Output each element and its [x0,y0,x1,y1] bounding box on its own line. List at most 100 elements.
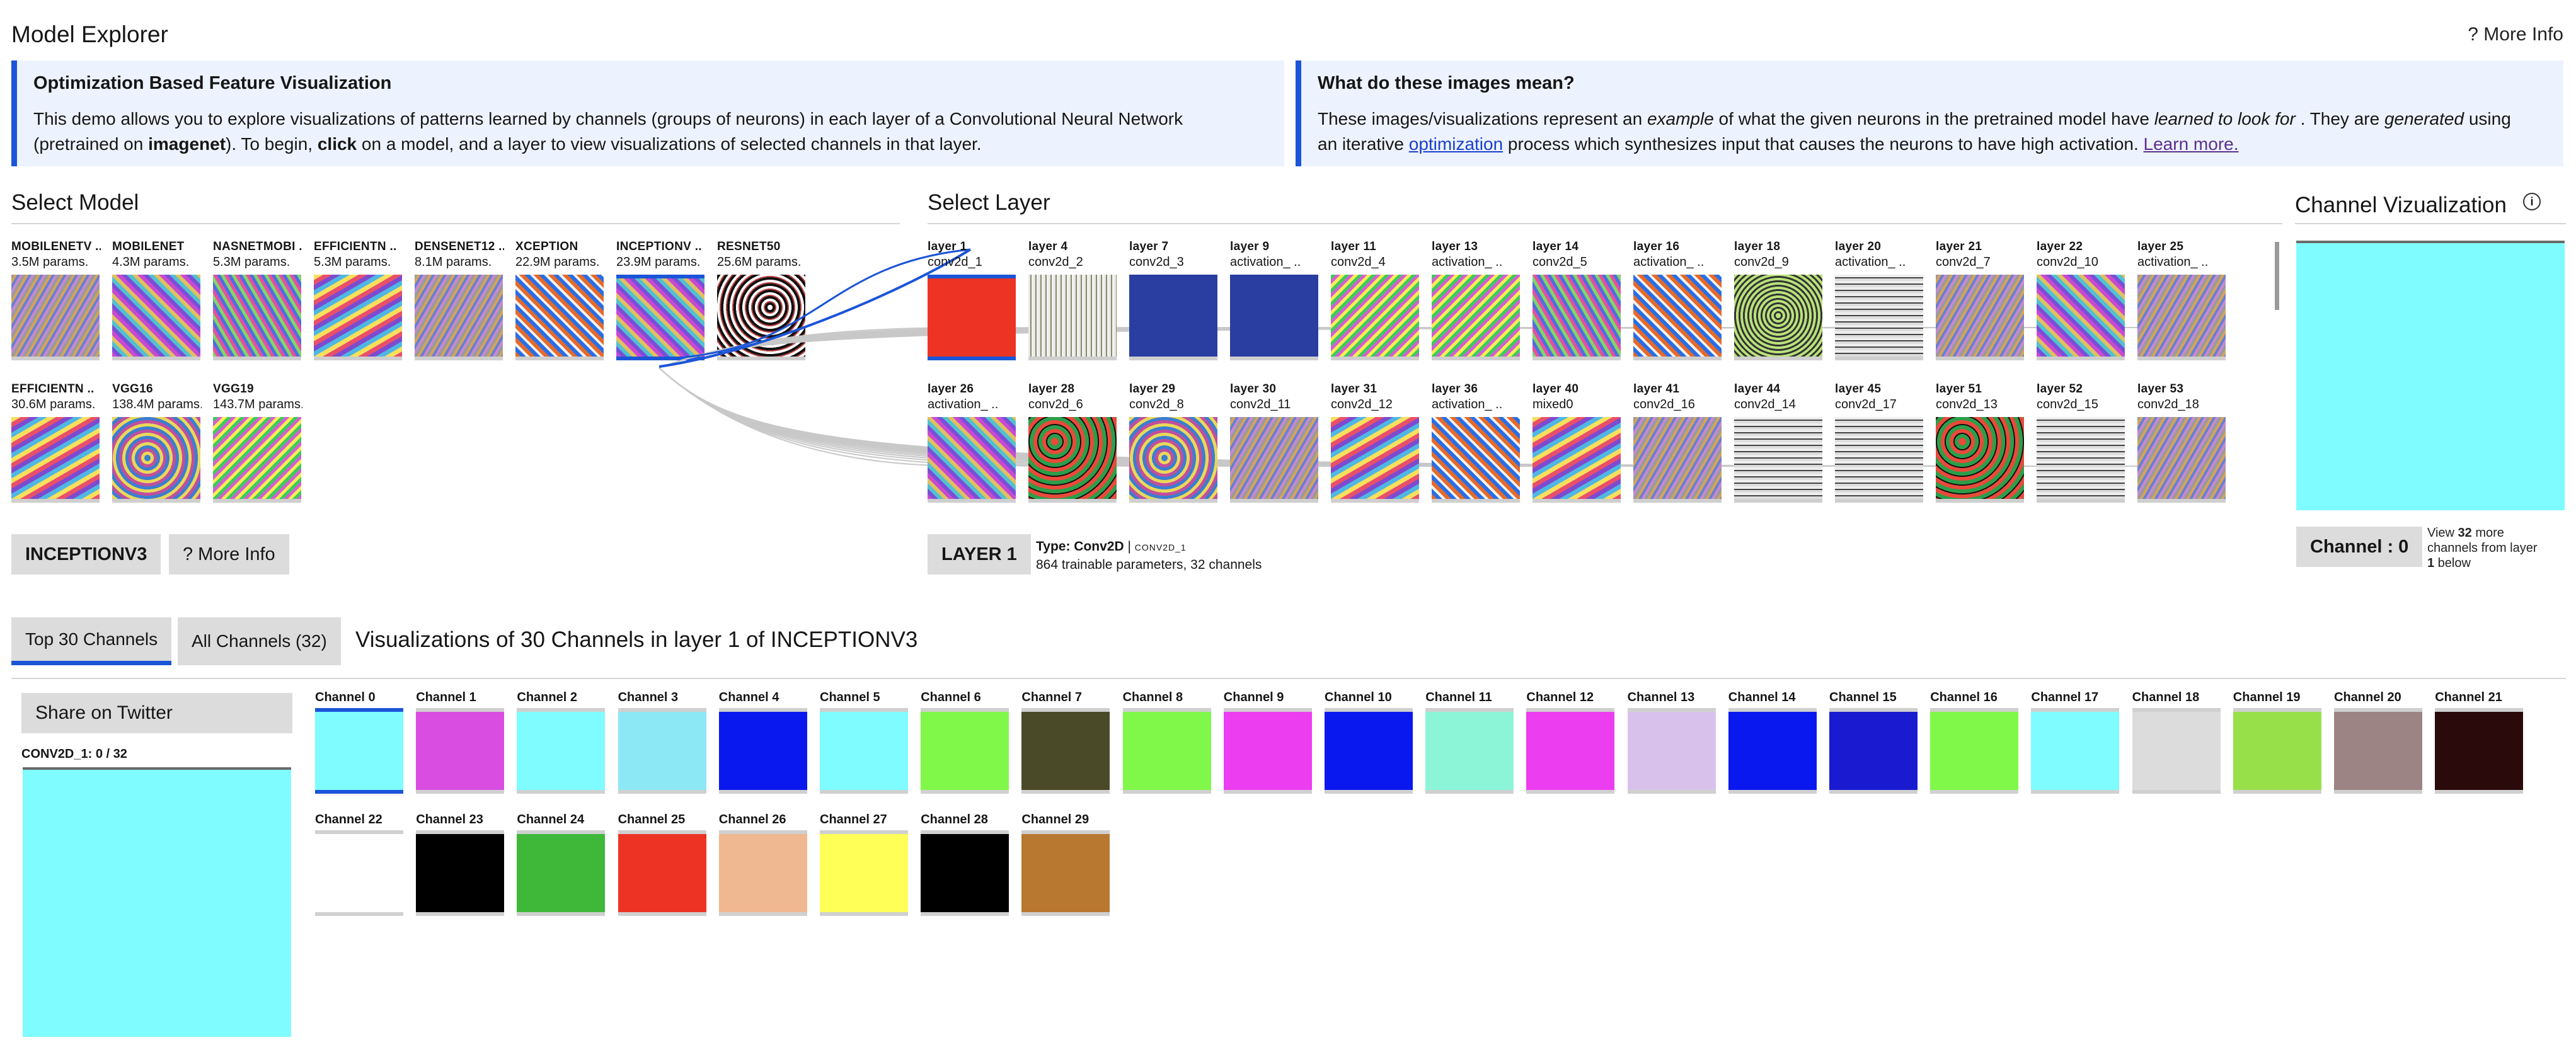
layer-card[interactable]: layer 26 activation_ .. [928,382,1017,503]
channel-name: Channel 5 [820,690,880,704]
channel-card[interactable]: Channel 8 [1122,690,1211,794]
layer-card[interactable]: layer 36 activation_ .. [1432,382,1521,503]
channel-name: Channel 21 [2435,690,2502,704]
channel-thumbnail [315,708,403,794]
channel-card[interactable]: Channel 23 [416,813,505,916]
layer-card[interactable]: layer 52 conv2d_15 [2037,382,2126,503]
channel-card[interactable]: Channel 22 [315,813,403,916]
layer-op: conv2d_1 [928,255,982,269]
channel-thumbnail [2435,708,2524,794]
layer-card[interactable]: layer 9 activation_ .. [1230,239,1320,360]
channel-card[interactable]: Channel 7 [1021,690,1110,794]
layer-card[interactable]: layer 13 activation_ .. [1432,239,1521,360]
layer-thumbnail [1331,417,1419,503]
channel-card[interactable]: Channel 29 [1021,813,1110,916]
channel-thumbnail [2132,708,2221,794]
channel-card[interactable]: Channel 14 [1728,690,1817,794]
channel-card[interactable]: Channel 13 [1627,690,1716,794]
channel-card[interactable]: Channel 12 [1526,690,1615,794]
channel-card[interactable]: Channel 21 [2435,690,2524,794]
layer-card[interactable]: layer 4 conv2d_2 [1028,239,1118,360]
tab-all-channels[interactable]: All Channels (32) [178,617,341,665]
layer-card[interactable]: layer 22 conv2d_10 [2037,239,2126,360]
layer-op: conv2d_5 [1532,255,1587,269]
channel-card[interactable]: Channel 28 [921,813,1009,916]
channel-card[interactable]: Channel 27 [820,813,908,916]
channel-name: Channel 0 [315,690,376,704]
channel-thumbnail [1526,708,1615,794]
channels-heading: Visualizations of 30 Channels in layer 1… [355,627,918,652]
channel-card[interactable]: Channel 11 [1425,690,1514,794]
channel-card[interactable]: Channel 0 [315,690,403,794]
layer-card[interactable]: layer 51 conv2d_13 [1936,382,2025,503]
channel-thumbnail [618,708,706,794]
layer-card[interactable]: layer 53 conv2d_18 [2137,382,2227,503]
info-icon[interactable]: i [2523,193,2541,210]
layer-thumbnail [1835,417,1923,503]
channel-card[interactable]: Channel 2 [517,690,606,794]
channel-name: Channel 19 [2233,690,2301,704]
layer-card[interactable]: layer 29 conv2d_8 [1129,382,1219,503]
layer-card[interactable]: layer 25 activation_ .. [2137,239,2227,360]
layer-card[interactable]: layer 18 conv2d_9 [1734,239,1824,360]
channel-name: Channel 15 [1829,690,1897,704]
channel-name: Channel 17 [2031,690,2099,704]
selected-layer-button[interactable]: LAYER 1 [928,534,1031,575]
channel-card[interactable]: Channel 17 [2031,690,2120,794]
channel-card[interactable]: Channel 5 [820,690,908,794]
layer-card[interactable]: layer 30 conv2d_11 [1230,382,1320,503]
channel-card[interactable]: Channel 1 [416,690,505,794]
tab-top-channels[interactable]: Top 30 Channels [11,617,172,665]
layer-card[interactable]: layer 11 conv2d_4 [1331,239,1420,360]
layer-name: layer 45 [1835,382,1882,396]
channel-card[interactable]: Channel 6 [921,690,1009,794]
layer-card[interactable]: layer 20 activation_ .. [1835,239,1924,360]
channel-card[interactable]: Channel 10 [1325,690,1413,794]
layer-card[interactable]: layer 21 conv2d_7 [1936,239,2025,360]
channel-thumbnail [1425,708,1514,794]
channel-name: Channel 10 [1325,690,1392,704]
layer-thumbnail [1331,275,1419,360]
share-twitter-button[interactable]: Share on Twitter [21,693,292,733]
channel-thumbnail [718,830,807,916]
layer-op: conv2d_18 [2137,397,2199,411]
channel-name: Channel 14 [1728,690,1796,704]
layer-name: layer 21 [1936,240,1982,253]
channel-card[interactable]: Channel 9 [1223,690,1312,794]
layer-card[interactable]: layer 28 conv2d_6 [1028,382,1118,503]
channel-card[interactable]: Channel 15 [1829,690,1918,794]
layer-card[interactable]: layer 14 conv2d_5 [1532,239,1622,360]
channel-card[interactable]: Channel 24 [517,813,606,916]
channel-thumbnail [1627,708,1716,794]
layer-card[interactable]: layer 31 conv2d_12 [1331,382,1420,503]
layer-card[interactable]: layer 16 activation_ .. [1633,239,1723,360]
channel-card[interactable]: Channel 20 [2334,690,2422,794]
channel-number-button[interactable]: Channel : 0 [2296,527,2423,567]
layer-scrollbar[interactable] [2275,242,2279,310]
selected-channel-caption: CONV2D_1: 0 / 32 [21,747,127,761]
channel-card[interactable]: Channel 26 [718,813,807,916]
layer-name: layer 40 [1532,382,1579,396]
layer-thumbnail [2037,275,2125,360]
channel-thumbnail [921,708,1009,794]
channel-name: Channel 2 [517,690,577,704]
channel-card[interactable]: Channel 4 [718,690,807,794]
channel-name: Channel 9 [1223,690,1284,704]
channel-card[interactable]: Channel 19 [2233,690,2321,794]
layer-card[interactable]: layer 1 conv2d_1 [928,239,1017,360]
layer-thumbnail [1835,275,1923,360]
layer-card[interactable]: layer 44 conv2d_14 [1734,382,1824,503]
channel-card[interactable]: Channel 25 [618,813,706,916]
channel-card[interactable]: Channel 16 [1930,690,2019,794]
layer-card[interactable]: layer 41 conv2d_16 [1633,382,1723,503]
channel-thumbnail [2031,708,2120,794]
layer-thumbnail [928,275,1016,360]
layer-card[interactable]: layer 40 mixed0 [1532,382,1622,503]
layer-op: conv2d_14 [1734,397,1796,411]
layer-card[interactable]: layer 45 conv2d_17 [1835,382,1924,503]
channel-name: Channel 6 [921,690,981,704]
layer-card[interactable]: layer 7 conv2d_3 [1129,239,1219,360]
channel-card[interactable]: Channel 3 [618,690,706,794]
channel-card[interactable]: Channel 18 [2132,690,2221,794]
layer-op: conv2d_8 [1129,397,1184,411]
